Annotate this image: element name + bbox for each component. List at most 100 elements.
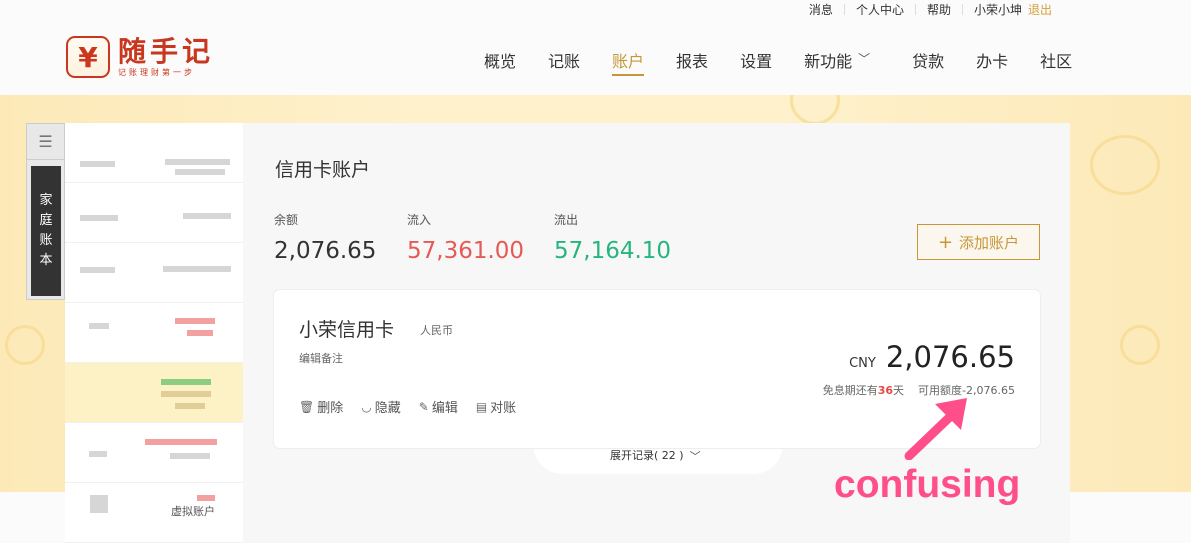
messages-link[interactable]: 消息 [798,1,844,18]
grace-days: 36 [877,384,894,397]
trash-icon: 🗑 [299,399,315,414]
top-links: 消息 个人中心 帮助 小荣小坤 退出 [798,0,1063,18]
hide-label: 隐藏 [374,401,401,416]
grace-prefix: 免息期还有 [822,384,878,397]
blurred-text [175,403,205,409]
blurred-text [183,213,231,219]
grace-suffix: 天 [893,384,905,397]
account-item[interactable] [65,243,243,303]
edit-note-link[interactable]: 编辑备注 [299,350,343,366]
reconcile-label: 对账 [490,401,517,416]
nav-cards[interactable]: 办卡 [976,48,1008,76]
logo-slogan: 记账理财第一步 [118,67,195,77]
reconcile-button[interactable]: ▤ 对账 [475,397,517,417]
blurred-text [197,495,215,501]
nav-bookkeeping[interactable]: 记账 [548,48,580,76]
nav-label: 设置 [740,52,773,71]
account-item[interactable] [65,123,243,183]
hide-button[interactable]: ◡ 隐藏 [361,397,401,417]
account-item[interactable]: 虚拟账户 [65,483,243,543]
outflow-value: 57,164.10 [554,238,672,264]
account-item[interactable] [65,303,243,363]
profile-link[interactable]: 个人中心 [845,1,915,18]
blurred-text [163,266,231,272]
inflow-label: 流入 [407,213,432,227]
credit-info: 免息期还有36天 可用额度-2,076.65 [823,382,1015,398]
menu-icon[interactable]: ☰ [27,124,64,160]
burger-doodle-icon [1090,135,1160,195]
blurred-text [175,169,225,175]
nav-label: 社区 [1040,52,1073,71]
logo-icon: ¥ [66,36,110,78]
eye-closed-icon: ◡ [361,399,372,414]
balance-amount: 2,076.65 [885,340,1015,374]
nav-label: 新功能 [804,52,853,71]
logo[interactable]: ¥ 随手记 记账理财第一步 [66,36,214,78]
inflow-stat: 流入 57,361.00 [407,211,524,264]
currency-code: CNY [849,356,876,371]
balance-label: 余额 [274,213,299,227]
logo-symbol: ¥ [78,40,98,74]
account-name: 小荣信用卡 [299,319,395,341]
account-actions: 🗑 删除 ◡ 隐藏 ✎ 编辑 ▤ 对账 [299,397,534,417]
nav-label: 报表 [676,52,709,71]
virtual-account-label: 虚拟账户 [171,505,215,518]
annotation-text: confusing [834,463,1021,506]
account-balance: CNY 2,076.65 [849,340,1015,374]
logout-link[interactable]: 退出 [1022,1,1063,18]
blurred-text [187,330,213,336]
nav-new-features[interactable]: 新功能 ﹀ [804,48,870,76]
blurred-text [165,159,230,165]
document-icon: ▤ [475,399,488,414]
page-title: 信用卡账户 [275,159,371,181]
add-account-label: 添加账户 [959,233,1020,252]
pencil-icon: ✎ [418,399,429,414]
label-char: 本 [39,253,53,268]
blurred-text [161,391,211,397]
nav-accounts[interactable]: 账户 [612,48,645,76]
help-link[interactable]: 帮助 [916,1,962,18]
username[interactable]: 小荣小坤 [963,1,1022,18]
currency-label: 人民币 [420,324,453,337]
blurred-text [145,439,217,445]
nav-loans[interactable]: 贷款 [912,48,944,76]
nav-overview[interactable]: 概览 [484,48,516,76]
nav-settings[interactable]: 设置 [740,48,772,76]
ball-doodle-icon [5,325,45,365]
account-item-selected[interactable] [65,363,243,423]
expand-records-label: 展开记录( 22 ) [610,449,684,462]
delete-button[interactable]: 🗑 删除 [299,397,344,417]
family-book-label: 家 庭 账 本 [31,166,61,296]
chevron-down-icon: ﹀ [858,52,871,66]
account-item[interactable] [65,423,243,483]
nav-label: 记账 [548,52,581,71]
nav-reports[interactable]: 报表 [676,48,708,76]
available-credit: 可用额度-2,076.65 [918,384,1015,397]
nav-label: 账户 [612,52,645,71]
header: 消息 个人中心 帮助 小荣小坤 退出 ¥ 随手记 记账理财第一步 概览 记账 账… [0,0,1191,95]
blurred-text [170,453,210,459]
blurred-text [175,318,215,324]
glasses-doodle-icon [1120,325,1160,365]
edit-button[interactable]: ✎ 编辑 [418,397,458,417]
blurred-text [80,161,115,167]
account-list: 虚拟账户 [65,123,243,543]
inflow-value: 57,361.00 [407,238,525,264]
blurred-text [89,323,109,329]
account-item[interactable] [65,183,243,243]
outflow-label: 流出 [554,213,579,227]
blurred-text [80,215,118,221]
label-char: 家 [39,193,53,208]
blurred-text [89,451,107,457]
balance-value: 2,076.65 [274,238,377,264]
family-book-tab[interactable]: ☰ 家 庭 账 本 [26,123,65,300]
add-account-button[interactable]: + 添加账户 [917,224,1040,260]
chevron-down-icon: ﹀ [689,450,701,463]
expand-records-button[interactable]: 展开记录( 22 ) ﹀ [610,446,701,464]
blurred-text [161,379,211,385]
main-nav: 概览 记账 账户 报表 设置 新功能 ﹀ 贷款 办卡 社区 [484,48,1104,76]
nav-label: 办卡 [976,52,1009,71]
delete-label: 删除 [317,401,344,416]
logo-name: 随手记 [118,34,215,68]
nav-community[interactable]: 社区 [1040,48,1072,76]
